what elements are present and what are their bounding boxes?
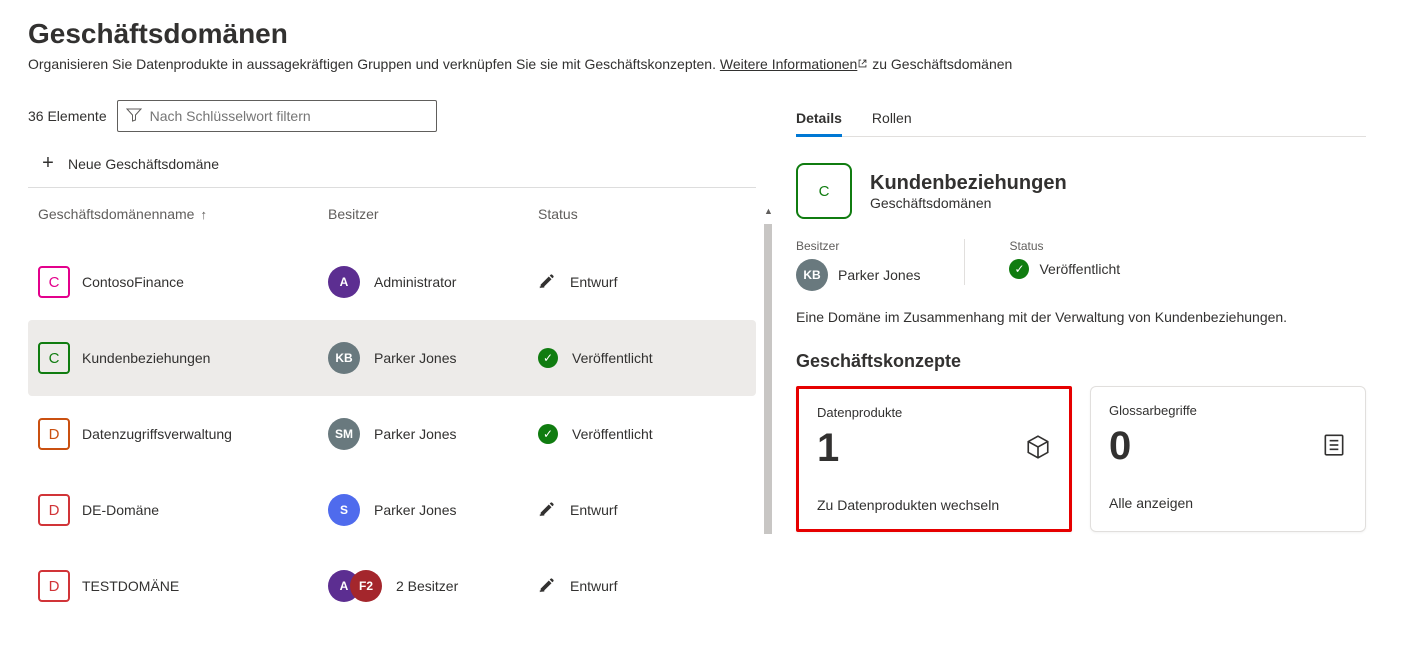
concept-card[interactable]: Datenprodukte 1 Zu Datenprodukten wechseln [796, 386, 1072, 532]
card-link[interactable]: Alle anzeigen [1109, 495, 1347, 511]
check-circle-icon: ✓ [1009, 259, 1029, 279]
status-label: Status [1009, 239, 1120, 253]
detail-title: Kundenbeziehungen [870, 172, 1067, 195]
owner-avatar: KB [796, 259, 828, 291]
edit-pen-icon [538, 500, 556, 521]
filter-input[interactable] [150, 108, 428, 124]
col-name[interactable]: Geschäftsdomänenname ↑ [38, 206, 328, 222]
scrollbar-thumb[interactable] [764, 224, 772, 534]
scroll-up-icon[interactable]: ▲ [764, 206, 772, 216]
check-circle-icon: ✓ [538, 348, 558, 368]
table-row[interactable]: C ContosoFinance A Administrator Entwurf [28, 244, 756, 320]
tab-details[interactable]: Details [796, 102, 842, 137]
edit-pen-icon [538, 576, 556, 597]
card-label: Datenprodukte [817, 405, 1051, 420]
owner-name: Parker Jones [374, 502, 456, 518]
domain-tile-icon: C [38, 342, 70, 374]
avatar-stack: AF2 [328, 570, 382, 602]
domain-tile-icon: D [38, 570, 70, 602]
owner-avatar: A [328, 266, 360, 298]
domain-name: ContosoFinance [82, 274, 184, 290]
domain-name: TESTDOMÄNE [82, 578, 179, 594]
owner-label: Besitzer [796, 239, 920, 253]
learn-more-link[interactable]: Weitere Informationen [720, 56, 868, 72]
filter-icon [126, 107, 142, 126]
filter-box[interactable] [117, 100, 437, 132]
check-circle-icon: ✓ [538, 424, 558, 444]
divider [28, 187, 756, 188]
owner-name: Administrator [374, 274, 456, 290]
subtitle-suffix: zu Geschäftsdomänen [868, 56, 1012, 72]
table-row[interactable]: D Datenzugriffsverwaltung SM Parker Jones ✓ V… [28, 396, 756, 472]
table-row[interactable]: D TESTDOMÄNE AF2 2 Besitzer Entwurf [28, 548, 756, 624]
tab-roles[interactable]: Rollen [872, 102, 912, 136]
owner-avatar: F2 [350, 570, 382, 602]
table-row[interactable]: C Kundenbeziehungen KB Parker Jones ✓ Veröffe… [28, 320, 756, 396]
list-icon [1321, 432, 1347, 461]
status-text: Veröffentlicht [572, 350, 653, 366]
owner-avatar: S [328, 494, 360, 526]
new-domain-label: Neue Geschäftsdomäne [68, 156, 219, 172]
status-value: Veröffentlicht [1039, 261, 1120, 277]
owner-name: Parker Jones [374, 426, 456, 442]
table-header: Geschäftsdomänenname ↑ Besitzer Status [28, 206, 756, 244]
card-link[interactable]: Zu Datenprodukten wechseln [817, 497, 1051, 513]
edit-pen-icon [538, 272, 556, 293]
card-count: 0 [1109, 424, 1131, 469]
domain-name: Datenzugriffsverwaltung [82, 426, 232, 442]
concept-card[interactable]: Glossarbegriffe 0 Alle anzeigen [1090, 386, 1366, 532]
owner-name: 2 Besitzer [396, 578, 458, 594]
page-title: Geschäftsdomänen [28, 18, 1376, 50]
sort-ascending-icon: ↑ [200, 207, 207, 222]
detail-tabs: Details Rollen [796, 100, 1366, 137]
owner-name: Parker Jones [838, 267, 920, 283]
domain-name: DE-Domäne [82, 502, 159, 518]
status-text: Veröffentlicht [572, 426, 653, 442]
concepts-heading: Geschäftskonzepte [796, 351, 1366, 372]
table-row[interactable]: D DE-Domäne S Parker Jones Entwurf [28, 472, 756, 548]
owner-name: Parker Jones [374, 350, 456, 366]
domain-description: Eine Domäne im Zusammenhang mit der Verw… [796, 309, 1366, 325]
status-text: Entwurf [570, 274, 617, 290]
item-count: 36 Elemente [28, 108, 107, 124]
new-domain-button[interactable]: + Neue Geschäftsdomäne [28, 146, 756, 187]
plus-icon: + [38, 152, 58, 175]
domain-tile-icon: D [38, 418, 70, 450]
col-owner[interactable]: Besitzer [328, 206, 538, 222]
domain-tile-icon: C [38, 266, 70, 298]
scrollbar[interactable]: ▲ [764, 206, 772, 536]
status-text: Entwurf [570, 502, 617, 518]
card-count: 1 [817, 426, 839, 471]
domain-tile-icon: D [38, 494, 70, 526]
meta-separator [964, 239, 965, 285]
page-subtitle: Organisieren Sie Datenprodukte in aussag… [28, 56, 1376, 72]
owner-avatar: SM [328, 418, 360, 450]
owner-avatar: KB [328, 342, 360, 374]
cube-icon [1025, 434, 1051, 463]
col-status[interactable]: Status [538, 206, 746, 222]
detail-subtitle: Geschäftsdomänen [870, 195, 1067, 211]
domain-name: Kundenbeziehungen [82, 350, 210, 366]
card-label: Glossarbegriffe [1109, 403, 1347, 418]
domain-tile-icon: C [796, 163, 852, 219]
subtitle-prefix: Organisieren Sie Datenprodukte in aussag… [28, 56, 720, 72]
status-text: Entwurf [570, 578, 617, 594]
external-link-icon [857, 56, 868, 72]
